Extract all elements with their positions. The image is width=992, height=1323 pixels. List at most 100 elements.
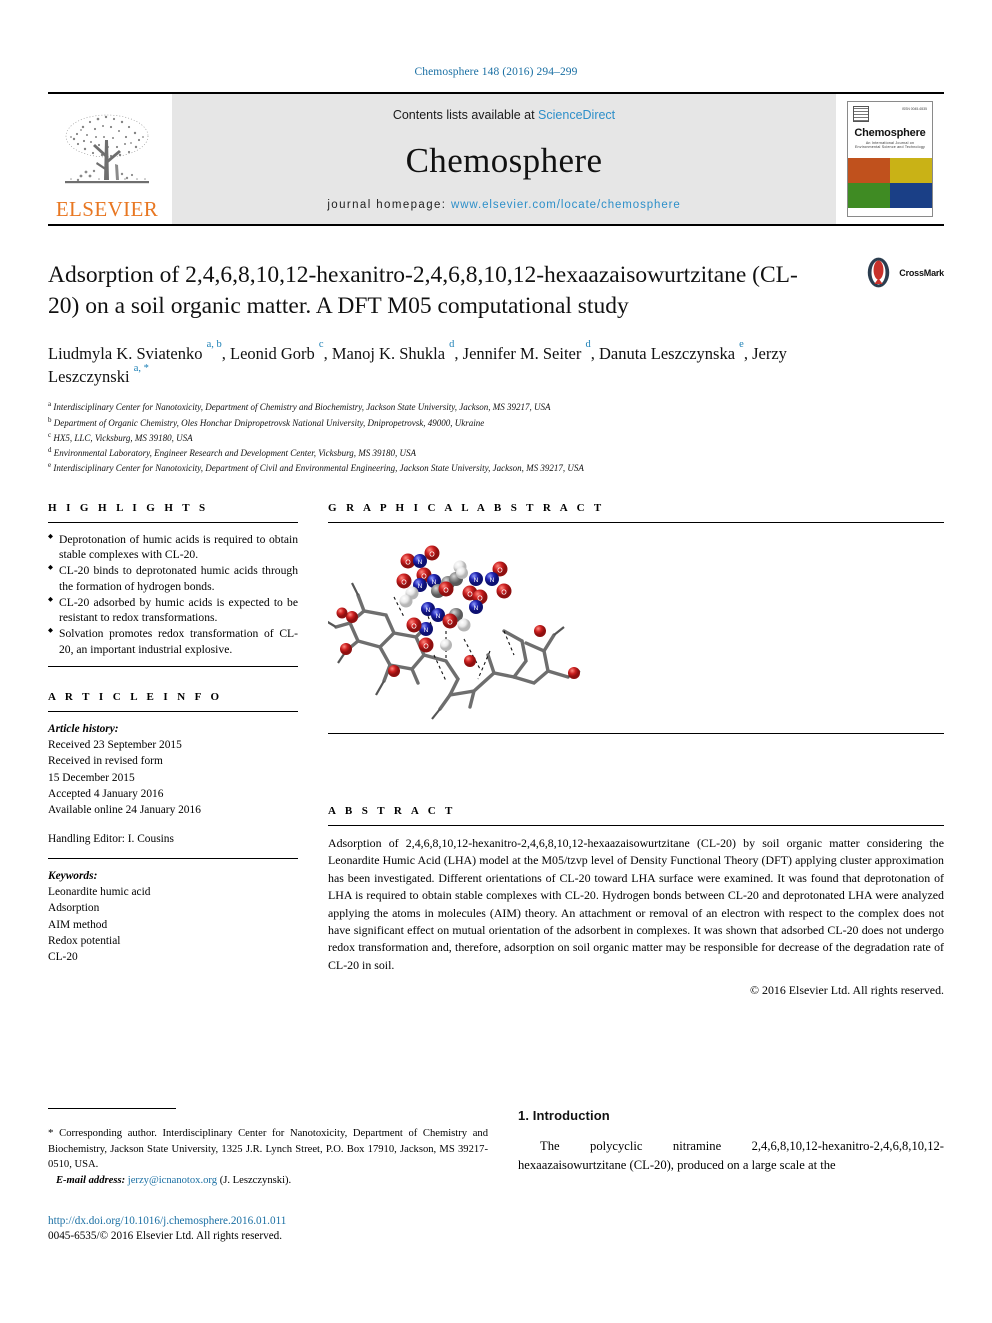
crossmark-badge[interactable]: CrossMark bbox=[862, 256, 944, 289]
highlight-item: Deprotonation of humic acids is required… bbox=[48, 532, 298, 564]
author-affiliation-marker: e bbox=[739, 338, 744, 350]
svg-text:O: O bbox=[497, 567, 503, 574]
cover-issn: ISSN 0045-6535 bbox=[901, 107, 927, 111]
journal-homepage-line: journal homepage: www.elsevier.com/locat… bbox=[327, 199, 680, 211]
svg-text:O: O bbox=[443, 587, 449, 594]
corresponding-star: * bbox=[48, 1127, 54, 1139]
svg-text:N: N bbox=[418, 559, 423, 566]
corresponding-author-text: Corresponding author. Interdisciplinary … bbox=[48, 1128, 488, 1170]
cover-journal-name: Chemosphere bbox=[854, 127, 926, 139]
homepage-url-link[interactable]: www.elsevier.com/locate/chemosphere bbox=[451, 199, 681, 211]
article-first-page: Chemosphere 148 (2016) 294–299 ELSEVIER … bbox=[0, 0, 992, 1323]
introduction-paragraph: The polycyclic nitramine 2,4,6,8,10,12-h… bbox=[518, 1139, 944, 1172]
sciencedirect-link[interactable]: ScienceDirect bbox=[538, 108, 615, 122]
affiliation-marker: a bbox=[48, 400, 52, 409]
homepage-label: journal homepage: bbox=[327, 199, 447, 211]
author-affiliation-marker: d bbox=[585, 338, 591, 350]
article-history: Article history: Received 23 September 2… bbox=[48, 712, 298, 858]
svg-text:O: O bbox=[429, 551, 435, 558]
email-owner: (J. Leszczynski). bbox=[219, 1174, 292, 1186]
article-history-lines: Received 23 September 2015 Received in re… bbox=[48, 737, 298, 818]
title-block: Adsorption of 2,4,6,8,10,12-hexanitro-2,… bbox=[48, 257, 944, 322]
corresponding-author-note: * Corresponding author. Interdisciplinar… bbox=[48, 1126, 488, 1188]
author-name: Jennifer M. Seiter d, bbox=[462, 338, 599, 363]
svg-text:O: O bbox=[401, 579, 407, 586]
journal-title: Chemosphere bbox=[405, 141, 603, 180]
abstract-copyright: © 2016 Elsevier Ltd. All rights reserved… bbox=[750, 983, 944, 997]
keyword-item: Redox potential bbox=[48, 934, 121, 947]
introduction-column: 1. Introduction The polycyclic nitramine… bbox=[518, 1108, 944, 1245]
affiliation-marker: b bbox=[48, 415, 52, 424]
introduction-heading: 1. Introduction bbox=[518, 1108, 610, 1123]
svg-text:O: O bbox=[447, 619, 453, 626]
elsevier-tree-icon bbox=[65, 114, 149, 184]
email-link[interactable]: jerzy@icnanotox.org bbox=[128, 1175, 217, 1186]
author-list: Liudmyla K. Sviatenko a, b, Leonid Gorb … bbox=[48, 338, 848, 390]
affiliation-marker: c bbox=[48, 430, 52, 439]
affiliation-marker: d bbox=[48, 446, 52, 455]
keyword-item: Adsorption bbox=[48, 902, 100, 915]
author-affiliation-marker: d bbox=[449, 338, 455, 350]
left-info-column: H I G H L I G H T S Deprotonation of hum… bbox=[48, 502, 298, 966]
svg-text:N: N bbox=[418, 583, 423, 590]
affiliation-marker: e bbox=[48, 461, 52, 470]
cover-elsevier-mark-icon bbox=[853, 106, 869, 122]
highlight-item: CL-20 adsorbed by humic acids is expecte… bbox=[48, 595, 298, 627]
article-history-line: Received in revised form bbox=[48, 755, 163, 768]
abstract-text: Adsorption of 2,4,6,8,10,12-hexanitro-2,… bbox=[328, 836, 944, 972]
keywords-lines: Leonardite humic acid Adsorption AIM metho… bbox=[48, 884, 298, 965]
author-affiliation-marker: c bbox=[318, 338, 324, 350]
article-history-section: Article history: Received 23 September 2… bbox=[48, 710, 298, 859]
elsevier-logo: ELSEVIER bbox=[48, 94, 166, 224]
svg-text:O: O bbox=[501, 589, 507, 596]
article-history-line: 15 December 2015 bbox=[48, 771, 135, 784]
article-history-line: Accepted 4 January 2016 bbox=[48, 787, 164, 800]
handling-editor: Handling Editor: I. Cousins bbox=[48, 833, 174, 846]
crossmark-label: CrossMark bbox=[899, 267, 944, 278]
article-history-line: Available online 24 January 2016 bbox=[48, 804, 201, 817]
svg-text:N: N bbox=[424, 627, 429, 634]
footnote-column: * Corresponding author. Interdisciplinar… bbox=[48, 1108, 488, 1245]
keywords-section: Keywords: Leonardite humic acid Adsorptio… bbox=[48, 859, 298, 966]
affiliation-item: a Interdisciplinary Center for Nanotoxic… bbox=[48, 400, 551, 413]
keyword-item: CL-20 bbox=[48, 951, 78, 964]
running-head: Chemosphere 148 (2016) 294–299 bbox=[414, 66, 578, 78]
affiliation-item: b Department of Organic Chemistry, Oles … bbox=[48, 415, 485, 428]
affiliation-item: c HX5, LLC, Vicksburg, MS 39180, USA bbox=[48, 430, 193, 443]
highlight-item: CL-20 binds to deprotonated humic acids … bbox=[48, 563, 298, 595]
highlight-item: Solvation promotes redox transformation … bbox=[48, 626, 298, 658]
affiliation-item: d Environmental Laboratory, Engineer Res… bbox=[48, 446, 417, 459]
svg-text:N: N bbox=[490, 577, 495, 584]
author-name: Danuta Leszczynska e, bbox=[598, 338, 753, 363]
cover-image: ISSN 0045-6535 Chemosphere An Internatio… bbox=[847, 101, 933, 217]
elsevier-wordmark: ELSEVIER bbox=[55, 197, 159, 221]
svg-text:N: N bbox=[474, 577, 479, 584]
cover-top: ISSN 0045-6535 Chemosphere An Internatio… bbox=[848, 102, 932, 158]
graphical-abstract-heading: G R A P H I C A L A B S T R A C T bbox=[328, 501, 605, 514]
graphical-abstract-section: O O N O O N N N O N O O O O N N N O N O … bbox=[328, 521, 944, 734]
highlights-section: Deprotonation of humic acids is required… bbox=[48, 521, 298, 667]
article-info-heading: A R T I C L E I N F O bbox=[48, 690, 223, 703]
keyword-item: Leonardite humic acid bbox=[48, 886, 151, 898]
svg-text:N: N bbox=[436, 613, 441, 620]
page-title: Adsorption of 2,4,6,8,10,12-hexanitro-2,… bbox=[48, 262, 798, 319]
highlights-list: Deprotonation of humic acids is required… bbox=[48, 523, 298, 666]
svg-text:O: O bbox=[467, 591, 473, 598]
affiliation-item: e Interdisciplinary Center for Nanotoxic… bbox=[48, 461, 584, 474]
author-name: Leonid Gorb c, bbox=[230, 338, 332, 363]
highlights-heading: H I G H L I G H T S bbox=[48, 501, 209, 514]
keyword-item: AIM method bbox=[48, 918, 108, 931]
svg-text:O: O bbox=[423, 643, 429, 650]
email-label: E-mail address: bbox=[55, 1174, 126, 1186]
journal-masthead: ELSEVIER Contents lists available at Sci… bbox=[48, 92, 944, 226]
author-affiliation-marker: a, * bbox=[133, 362, 149, 374]
doi-link[interactable]: http://dx.doi.org/10.1016/j.chemosphere.… bbox=[48, 1214, 488, 1230]
crossmark-icon bbox=[868, 257, 890, 288]
keywords-label: Keywords: bbox=[48, 869, 98, 882]
article-history-label: Article history: bbox=[48, 722, 119, 735]
doi-block: http://dx.doi.org/10.1016/j.chemosphere.… bbox=[48, 1214, 488, 1245]
article-history-line: Received 23 September 2015 bbox=[48, 738, 182, 751]
graphical-abstract-body: O O N O O N N N O N O O O O N N N O N O … bbox=[328, 523, 944, 733]
contents-available-line: Contents lists available at ScienceDirec… bbox=[393, 108, 615, 122]
svg-text:O: O bbox=[405, 559, 411, 566]
